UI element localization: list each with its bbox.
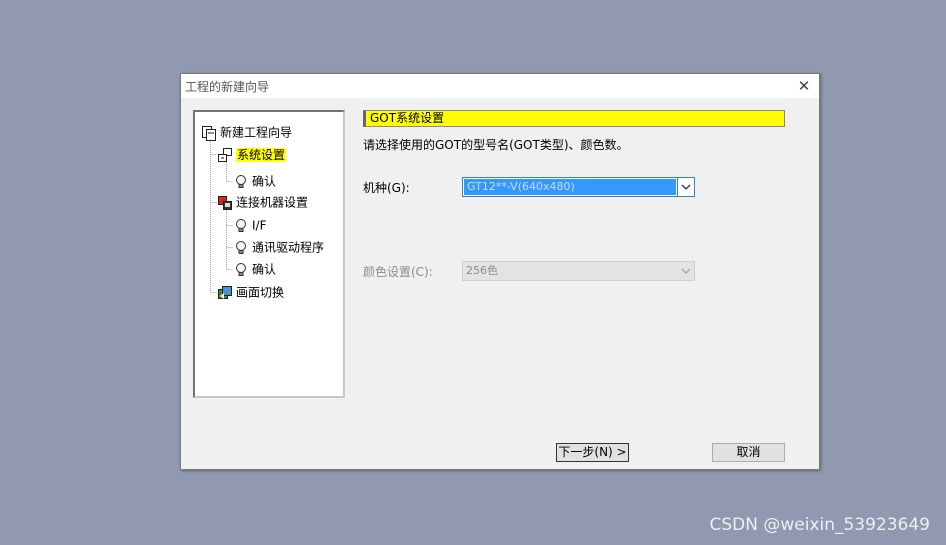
tree-item-communication-driver[interactable]: 通讯驱动程序 — [233, 238, 324, 256]
lightbulb-icon — [233, 174, 249, 190]
color-setting-select[interactable]: 256色 — [462, 261, 695, 281]
new-project-wizard-dialog: 工程的新建向导 ✕ 新建工程向导 系统设置 确认 连接机器设置 I/F 通讯驱动… — [180, 73, 820, 470]
instruction-text: 请选择使用的GOT的型号名(GOT类型)、颜色数。 — [363, 138, 629, 152]
tree-item-confirm-connection[interactable]: 确认 — [233, 260, 276, 278]
tree-item-label: 确认 — [252, 262, 277, 277]
chevron-down-icon — [678, 262, 694, 280]
tree-item-new-project-wizard[interactable]: 新建工程向导 — [201, 123, 292, 141]
close-button[interactable]: ✕ — [795, 77, 813, 95]
connected-device-icon — [217, 195, 233, 211]
tree-item-label: 新建工程向导 — [220, 125, 293, 140]
wizard-step-tree: 新建工程向导 系统设置 确认 连接机器设置 I/F 通讯驱动程序 确认 画面切换 — [193, 110, 345, 398]
tree-item-label: 连接机器设置 — [236, 195, 309, 210]
tree-item-label: 确认 — [252, 174, 277, 189]
tree-item-screen-switch[interactable]: 画面切换 — [217, 283, 284, 301]
new-project-icon — [201, 125, 217, 141]
chevron-down-icon[interactable] — [677, 178, 694, 196]
color-setting-label: 颜色设置(C): — [363, 265, 433, 279]
color-setting-select-value: 256色 — [466, 264, 498, 277]
cancel-button[interactable]: 取消 — [712, 443, 785, 462]
next-button[interactable]: 下一步(N) > — [556, 443, 629, 462]
system-settings-icon — [217, 147, 233, 163]
screen-switch-icon — [217, 285, 233, 301]
tree-item-label: 画面切换 — [236, 285, 285, 300]
model-select[interactable]: GT12**-V(640x480) — [462, 177, 695, 197]
tree-item-interface[interactable]: I/F — [233, 216, 266, 234]
tree-item-label: 通讯驱动程序 — [252, 240, 325, 255]
window-title: 工程的新建向导 — [185, 80, 270, 94]
watermark: CSDN @weixin_53923649 — [709, 515, 930, 535]
tree-item-label: I/F — [252, 218, 267, 233]
model-select-value: GT12**-V(640x480) — [464, 179, 676, 195]
title-bar[interactable]: 工程的新建向导 ✕ — [181, 74, 819, 98]
model-label: 机种(G): — [363, 181, 410, 195]
lightbulb-icon — [233, 262, 249, 278]
lightbulb-icon — [233, 218, 249, 234]
tree-item-system-settings[interactable]: 系统设置 — [217, 145, 287, 163]
tree-item-connected-device-settings[interactable]: 连接机器设置 — [217, 193, 308, 211]
tree-item-label: 系统设置 — [236, 147, 287, 162]
tree-item-confirm-system[interactable]: 确认 — [233, 172, 276, 190]
lightbulb-icon — [233, 240, 249, 256]
section-title: GOT系统设置 — [363, 110, 785, 127]
